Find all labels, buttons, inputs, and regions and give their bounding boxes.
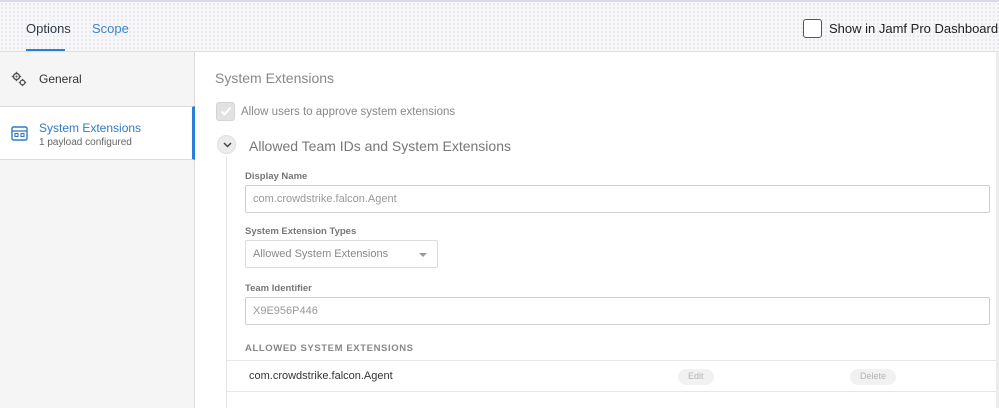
chevron-down-icon [223, 142, 232, 148]
show-in-dashboard-label[interactable]: Show in Jamf Pro Dashboard [829, 21, 998, 36]
list-item: com.crowdstrike.falcon.Agent Edit Delete [227, 360, 999, 392]
collapse-group-button[interactable] [217, 135, 236, 154]
active-tab-indicator [26, 49, 65, 51]
display-name-field[interactable]: com.crowdstrike.falcon.Agent [245, 185, 990, 213]
checkmark-icon [220, 106, 232, 116]
display-name-label: Display Name [245, 171, 308, 182]
group-title: Allowed Team IDs and System Extensions [249, 138, 511, 154]
sidebar-item-label: General [39, 72, 82, 86]
team-identifier-field[interactable]: X9E956P446 [245, 297, 990, 325]
extension-types-select[interactable]: Allowed System Extensions [245, 240, 438, 268]
show-in-dashboard-checkbox[interactable] [803, 19, 822, 38]
edit-button[interactable]: Edit [678, 369, 714, 385]
section-title: System Extensions [215, 70, 335, 86]
sidebar-item-sublabel: 1 payload configured [39, 137, 132, 148]
sidebar-item-label: System Extensions [39, 121, 142, 135]
system-extensions-icon [11, 125, 28, 142]
allow-users-approve-label: Allow users to approve system extensions [241, 106, 456, 118]
tab-options[interactable]: Options [26, 21, 71, 36]
gears-icon [11, 71, 27, 87]
top-bar: Options Scope Show in Jamf Pro Dashboard [0, 0, 999, 52]
allowed-extensions-heading: ALLOWED SYSTEM EXTENSIONS [245, 343, 414, 354]
tab-scope[interactable]: Scope [92, 21, 129, 36]
team-identifier-label: Team Identifier [245, 283, 312, 294]
sidebar-item-system-extensions[interactable]: System Extensions 1 payload configured [0, 106, 195, 160]
extension-types-label: System Extension Types [245, 226, 357, 237]
extension-name: com.crowdstrike.falcon.Agent [249, 370, 393, 382]
sidebar-item-general[interactable]: General [0, 52, 195, 106]
caret-down-icon [419, 253, 427, 257]
delete-button[interactable]: Delete [850, 369, 897, 385]
extension-types-value: Allowed System Extensions [253, 248, 389, 260]
allow-users-approve-checkbox[interactable] [216, 102, 235, 121]
sidebar: General System Extensions 1 payload conf… [0, 52, 195, 408]
